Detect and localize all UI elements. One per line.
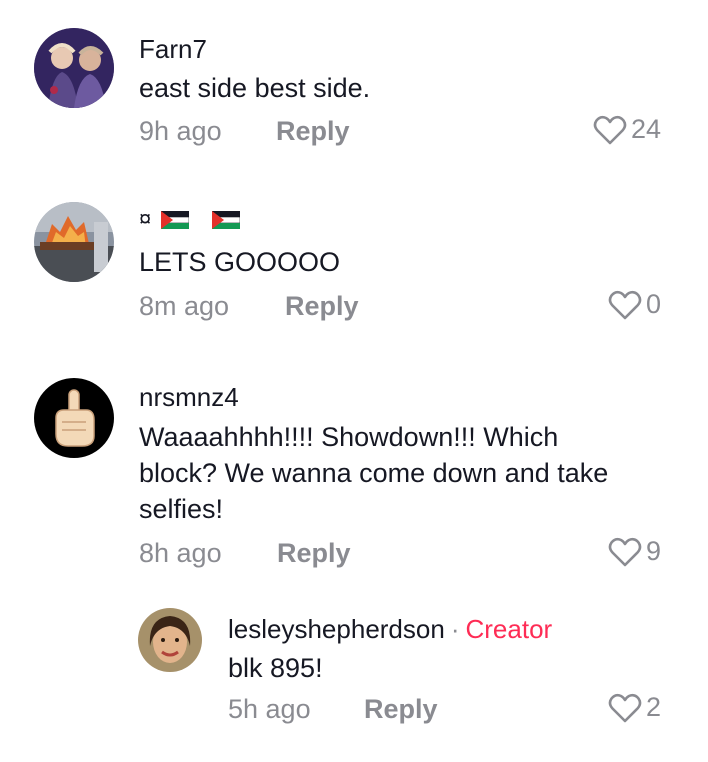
like-count: 0 — [645, 289, 661, 319]
comment-username[interactable]: ¤ — [139, 206, 240, 232]
comment-username[interactable]: nrsmnz4 — [139, 382, 239, 413]
creator-badge: Creator — [465, 614, 553, 644]
comment-text-line: selfies! — [139, 494, 224, 524]
like-button[interactable]: 2 — [608, 692, 661, 723]
avatar[interactable] — [34, 28, 114, 108]
reply-button[interactable]: Reply — [364, 694, 438, 725]
reply-button[interactable]: Reply — [285, 291, 359, 322]
comment-timestamp: 9h ago — [139, 116, 222, 146]
palestine-flag-icon — [161, 211, 190, 230]
comment-text-line: block? We wanna come down and take — [139, 458, 609, 488]
like-count: 2 — [645, 692, 661, 722]
comment-item: nrsmnz4 Waaaahhhh!!!! Showdown!!! Which … — [0, 360, 708, 590]
comment-text: LETS GOOOOO — [139, 247, 341, 277]
avatar[interactable] — [34, 378, 114, 458]
avatar[interactable] — [34, 202, 114, 282]
reply-text: blk 895! — [228, 653, 323, 683]
comment-item: Farn7 east side best side. 9h ago Reply … — [0, 0, 708, 170]
comment-text: east side best side. — [139, 73, 371, 103]
heart-outline-icon — [593, 115, 627, 144]
like-count: 24 — [630, 114, 661, 144]
reply-username-text: lesleyshepherdson — [228, 614, 445, 644]
heart-outline-icon — [608, 693, 642, 722]
comment-text-line: Waaaahhhh!!!! Showdown!!! Which — [139, 422, 559, 452]
like-button[interactable]: 9 — [608, 536, 661, 567]
separator-dot: · — [450, 614, 460, 644]
reply-item: lesleyshepherdson · Creator blk 895! 5h ag… — [0, 600, 708, 762]
heart-outline-icon — [608, 537, 642, 566]
comment-text: Waaaahhhh!!!! Showdown!!! Which block? W… — [139, 419, 608, 527]
comment-timestamp: 8h ago — [139, 538, 222, 568]
reply-button[interactable]: Reply — [276, 116, 350, 147]
comment-timestamp: 8m ago — [139, 291, 230, 321]
comment-username[interactable]: Farn7 — [139, 34, 207, 65]
heart-outline-icon — [608, 290, 642, 319]
avatar[interactable] — [138, 608, 202, 672]
comment-item: ¤ LETS GOOOOO 8m ago Reply 0 — [0, 190, 708, 340]
reply-username[interactable]: lesleyshepherdson · Creator — [228, 614, 552, 645]
like-button[interactable]: 0 — [608, 289, 661, 320]
username-symbol: ¤ — [139, 206, 152, 231]
reply-button[interactable]: Reply — [277, 538, 351, 569]
like-count: 9 — [645, 536, 661, 566]
like-button[interactable]: 24 — [593, 114, 661, 145]
palestine-flag-icon — [211, 211, 240, 230]
reply-timestamp: 5h ago — [228, 694, 311, 724]
